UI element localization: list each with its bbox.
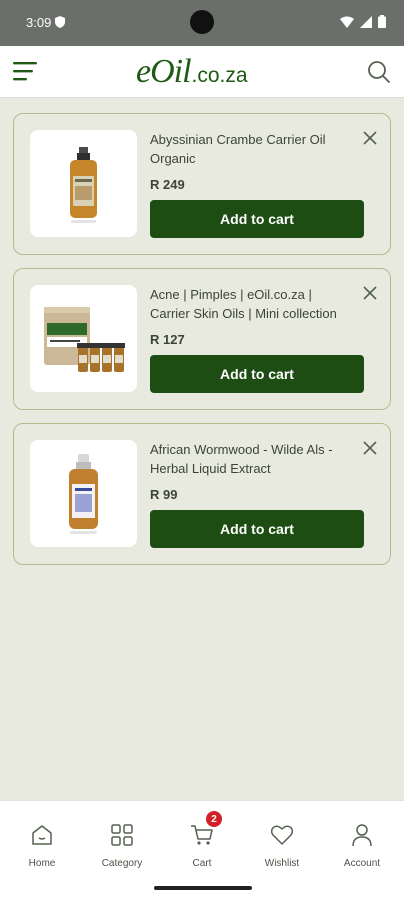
nav-label: Category (101, 858, 143, 869)
cart-item-card: Acne | Pimples | eOil.co.za | Carrier Sk… (13, 268, 391, 410)
grid-icon (111, 824, 133, 846)
jar-and-bottles-icon (44, 307, 125, 372)
product-price: R 127 (150, 332, 185, 347)
cart-item-list: Abyssinian Crambe Carrier Oil Organic R … (13, 113, 391, 578)
home-indicator[interactable] (154, 886, 252, 890)
nav-label: Account (343, 858, 381, 869)
cart-item-card: African Wormwood - Wilde Als - Herbal Li… (13, 423, 391, 565)
bottom-nav: Home Category 2 Cart Wishlist Account (0, 800, 404, 900)
nav-label: Home (28, 858, 56, 869)
logo-domain-text: .co.za (191, 64, 248, 87)
nav-account[interactable]: Account (322, 823, 402, 869)
add-to-cart-button[interactable]: Add to cart (150, 355, 364, 393)
product-title[interactable]: Abyssinian Crambe Carrier Oil Organic (150, 130, 346, 168)
logo[interactable]: eOil .co.za (136, 52, 248, 92)
nav-label: Cart (192, 858, 212, 869)
search-icon[interactable] (366, 59, 392, 85)
app-header: eOil .co.za (0, 46, 404, 98)
product-image[interactable] (30, 130, 137, 237)
menu-icon[interactable] (13, 60, 39, 82)
cart-item-card: Abyssinian Crambe Carrier Oil Organic R … (13, 113, 391, 255)
product-image[interactable] (30, 285, 137, 392)
product-price: R 249 (150, 177, 185, 192)
product-title[interactable]: Acne | Pimples | eOil.co.za | Carrier Sk… (150, 285, 346, 323)
product-title[interactable]: African Wormwood - Wilde Als - Herbal Li… (150, 440, 346, 478)
camera-cutout (190, 10, 214, 34)
logo-main-text: eOil (136, 53, 192, 90)
status-icons (340, 15, 386, 28)
nav-category[interactable]: Category (82, 823, 162, 869)
amber-bottle-icon (69, 454, 98, 534)
nav-label: Wishlist (264, 858, 300, 869)
nav-cart[interactable]: 2 Cart (162, 811, 242, 869)
amber-bottle-icon (70, 147, 97, 223)
close-icon[interactable] (362, 440, 378, 456)
home-icon (32, 825, 52, 845)
heart-icon (270, 825, 294, 845)
nav-home[interactable]: Home (2, 823, 82, 869)
signal-icon (360, 15, 372, 28)
product-image[interactable] (30, 440, 137, 547)
wifi-icon (340, 16, 354, 28)
shield-icon (55, 16, 65, 28)
add-to-cart-button[interactable]: Add to cart (150, 510, 364, 548)
cart-icon (191, 825, 213, 845)
product-price: R 99 (150, 487, 178, 502)
nav-wishlist[interactable]: Wishlist (242, 823, 322, 869)
close-icon[interactable] (362, 130, 378, 146)
add-to-cart-button[interactable]: Add to cart (150, 200, 364, 238)
close-icon[interactable] (362, 285, 378, 301)
person-icon (352, 824, 372, 847)
battery-icon (378, 15, 386, 28)
status-bar: 3:09 (0, 0, 404, 46)
cart-count-badge: 2 (206, 811, 222, 827)
status-time: 3:09 (26, 15, 52, 30)
